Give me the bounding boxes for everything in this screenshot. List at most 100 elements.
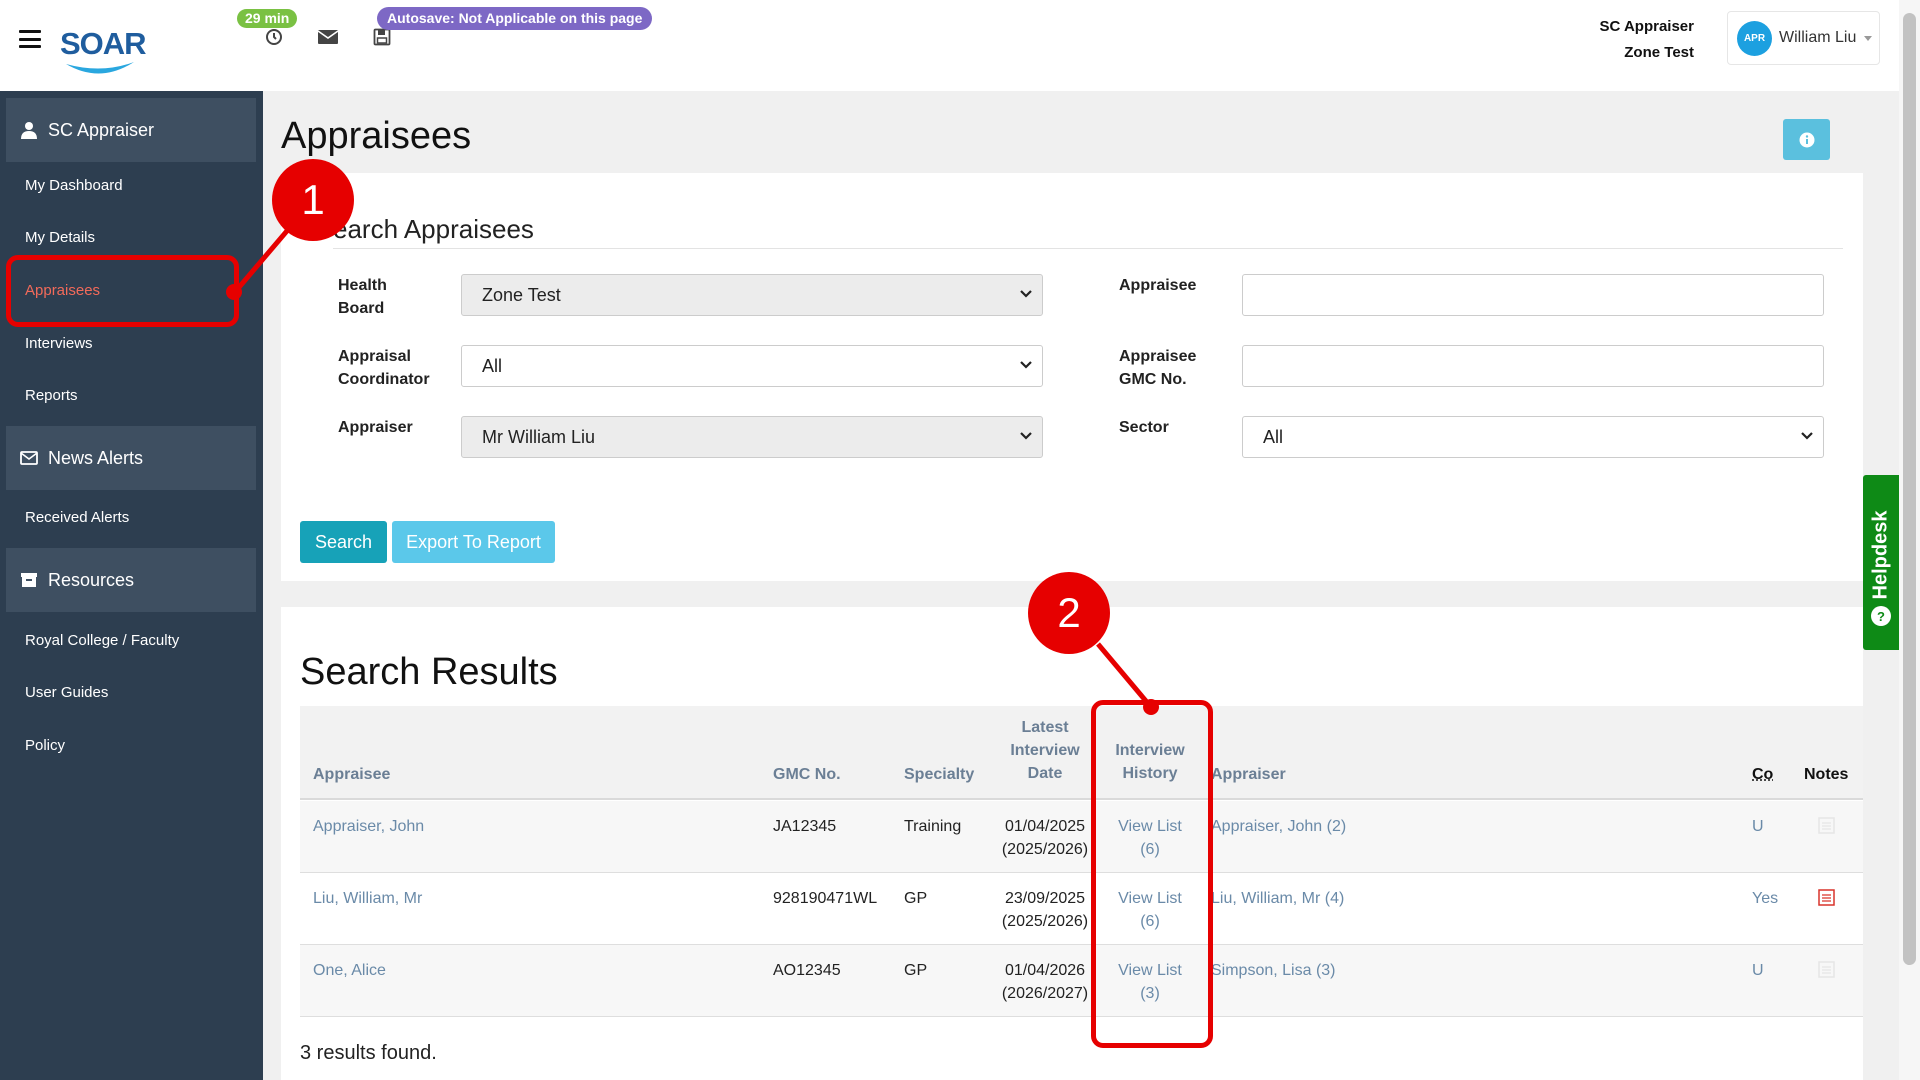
- chevron-down-icon: [1801, 432, 1813, 440]
- sidebar-item-my-details[interactable]: My Details: [25, 229, 95, 246]
- scrollbar-thumb[interactable]: [1903, 13, 1916, 965]
- table-row: One, Alice AO12345 GP 01/04/2026 (2026/2…: [300, 945, 1863, 1017]
- column-header-appraiser[interactable]: Appraiser: [1211, 763, 1286, 786]
- sidebar-section-resources[interactable]: Resources: [6, 548, 256, 612]
- sidebar-item-my-dashboard[interactable]: My Dashboard: [25, 177, 123, 194]
- sidebar-section-label: Resources: [48, 569, 135, 590]
- chevron-down-icon: [1020, 290, 1032, 298]
- date-text: 23/09/2025: [1004, 890, 1086, 907]
- latest-interview-date-cell: 23/09/2025 (2025/2026): [995, 887, 1095, 933]
- header-line: Interview: [1010, 742, 1080, 759]
- sidebar-section-label: SC Appraiser: [48, 119, 155, 140]
- export-to-report-button[interactable]: Export To Report: [392, 521, 555, 563]
- sidebar-item-policy[interactable]: Policy: [25, 737, 65, 754]
- specialty-cell: Training: [904, 818, 962, 835]
- mail-icon: [19, 451, 39, 465]
- annotation-highlight-interview-history: [1091, 700, 1213, 1048]
- results-title: Search Results: [300, 651, 558, 693]
- menu-icon[interactable]: [19, 30, 41, 48]
- logo-text: SOAR: [60, 26, 147, 61]
- top-bar: SOAR 29 min Autosave: Not Applicable on …: [0, 0, 1899, 91]
- zone-label: Zone Test: [1624, 44, 1694, 61]
- column-header-latest-interview-date[interactable]: Latest Interview Date: [1000, 716, 1090, 785]
- appraisee-label: Appraisee: [1119, 277, 1197, 294]
- sidebar-section-sc-appraiser[interactable]: SC Appraiser: [6, 98, 256, 162]
- label-line: Appraisal: [338, 348, 411, 365]
- latest-interview-date-cell: 01/04/2026 (2026/2027): [995, 959, 1095, 1005]
- gmc-input[interactable]: [1242, 345, 1824, 387]
- sector-select[interactable]: All: [1242, 416, 1824, 458]
- appraisee-link[interactable]: Liu, William, Mr: [313, 887, 422, 910]
- role-label: SC Appraiser: [1599, 18, 1694, 35]
- period-text: (2025/2026): [1001, 913, 1089, 930]
- soar-logo[interactable]: SOAR: [60, 26, 147, 80]
- appraiser-link[interactable]: Simpson, Lisa (3): [1211, 959, 1336, 982]
- specialty-cell: GP: [904, 962, 928, 979]
- specialty-cell: GP: [904, 890, 928, 907]
- archive-icon: [19, 572, 39, 588]
- label-line: Appraisee: [1119, 348, 1197, 365]
- table-row: Appraiser, John JA12345 Training 01/04/2…: [300, 801, 1863, 873]
- co-cell: U: [1752, 818, 1764, 835]
- gmc-cell: 928190471WL: [773, 890, 878, 907]
- gmc-label: Appraisee GMC No.: [1119, 345, 1196, 391]
- sector-label: Sector: [1119, 419, 1169, 436]
- sidebar-item-royal-college-faculty[interactable]: Royal College / Faculty: [25, 632, 179, 649]
- health-board-select[interactable]: Zone Test: [461, 274, 1043, 316]
- notes-icon[interactable]: [1818, 961, 1835, 978]
- autosave-badge: Autosave: Not Applicable on this page: [377, 7, 653, 30]
- helpdesk-tab[interactable]: Helpdesk ?: [1863, 475, 1899, 650]
- label-line: Board: [338, 300, 385, 317]
- sidebar-item-interviews[interactable]: Interviews: [25, 335, 93, 352]
- select-value: All: [1263, 426, 1284, 447]
- notes-icon[interactable]: [1818, 817, 1835, 834]
- sidebar-item-reports[interactable]: Reports: [25, 387, 78, 404]
- appraisee-input[interactable]: [1242, 274, 1824, 316]
- label-line: Health: [338, 277, 387, 294]
- sidebar: SC Appraiser My Dashboard My Details App…: [0, 91, 263, 1080]
- latest-interview-date-cell: 01/04/2025 (2025/2026): [995, 815, 1095, 861]
- appraiser-select[interactable]: Mr William Liu: [461, 416, 1043, 458]
- user-menu[interactable]: APR William Liu: [1727, 11, 1880, 65]
- column-header-appraisee[interactable]: Appraisee: [313, 763, 390, 786]
- chevron-down-icon: [1864, 35, 1873, 41]
- appraiser-link[interactable]: Liu, William, Mr (4): [1211, 887, 1344, 910]
- column-header-notes: Notes: [1804, 766, 1849, 783]
- clock-icon[interactable]: [260, 25, 288, 49]
- column-header-specialty[interactable]: Specialty: [904, 763, 974, 786]
- column-header-co[interactable]: Co: [1752, 763, 1773, 786]
- logo-swoosh-icon: [66, 62, 134, 74]
- date-text: 01/04/2025: [1004, 818, 1086, 835]
- role-info: SC Appraiser Zone Test: [1600, 14, 1694, 66]
- co-cell: U: [1752, 962, 1764, 979]
- select-value: All: [482, 355, 503, 376]
- header-line: Date: [1027, 765, 1063, 782]
- label-line: Coordinator: [338, 371, 430, 388]
- page-title: Appraisees: [281, 115, 472, 157]
- sidebar-section-news-alerts[interactable]: News Alerts: [6, 426, 256, 490]
- mail-icon[interactable]: [314, 25, 342, 49]
- table-row: Liu, William, Mr 928190471WL GP 23/09/20…: [300, 873, 1863, 945]
- info-button[interactable]: [1783, 119, 1830, 160]
- coordinator-select[interactable]: All: [461, 345, 1043, 387]
- results-table-header: Appraisee GMC No. Specialty Latest Inter…: [300, 706, 1863, 800]
- notes-icon[interactable]: [1818, 889, 1835, 906]
- appraisee-link[interactable]: One, Alice: [313, 959, 386, 982]
- chevron-down-icon: [1020, 432, 1032, 440]
- appraisee-link[interactable]: Appraiser, John: [313, 815, 424, 838]
- label-line: GMC No.: [1119, 371, 1187, 388]
- annotation-step-2: 2: [1028, 572, 1110, 654]
- sidebar-item-received-alerts[interactable]: Received Alerts: [25, 509, 129, 526]
- select-value: Mr William Liu: [482, 426, 596, 447]
- appraiser-label: Appraiser: [338, 419, 413, 436]
- divider: [333, 248, 1843, 249]
- column-header-gmc[interactable]: GMC No.: [773, 763, 841, 786]
- appraiser-link[interactable]: Appraiser, John (2): [1211, 815, 1346, 838]
- period-text: (2025/2026): [1001, 841, 1089, 858]
- search-button[interactable]: Search: [300, 521, 387, 563]
- period-text: (2026/2027): [1001, 985, 1089, 1002]
- user-icon: [19, 121, 39, 139]
- gmc-cell: JA12345: [773, 818, 837, 835]
- sidebar-item-user-guides[interactable]: User Guides: [25, 684, 108, 701]
- results-count: 3 results found.: [300, 1042, 437, 1064]
